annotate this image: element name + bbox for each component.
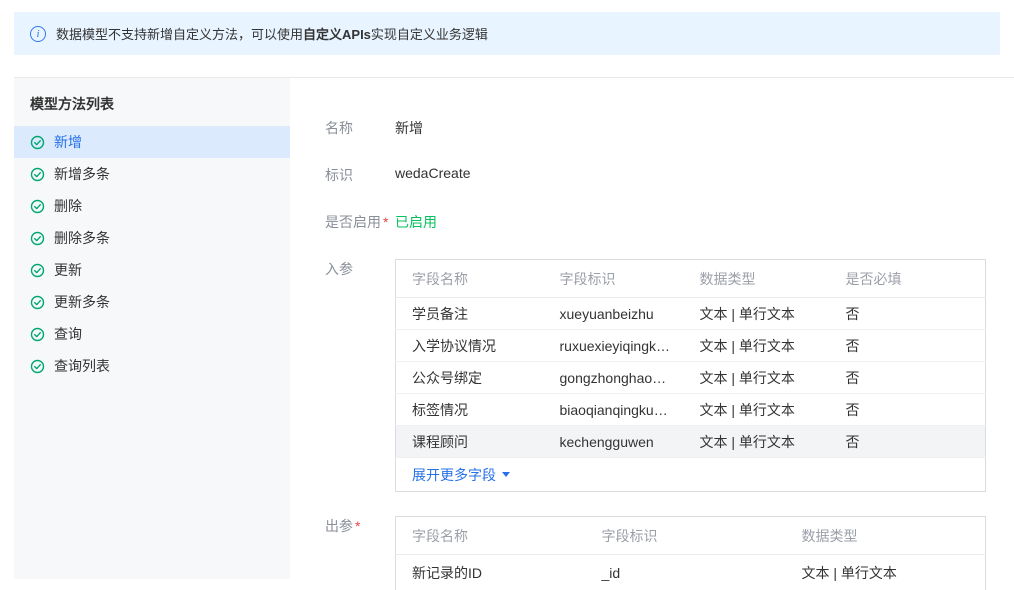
col-data-type: 数据类型 (683, 259, 830, 298)
table-row[interactable]: 入学协议情况 ruxuexieyiqingkuang 文本 | 单行文本 否 (395, 329, 986, 362)
method-icon (30, 359, 45, 374)
field-label: 入参 (325, 261, 353, 277)
cell: 否 (829, 425, 986, 458)
expand-row: 展开更多字段 (396, 458, 986, 492)
field-enabled: 是否启用 * 已启用 (325, 212, 986, 232)
cell: kechengguwen (543, 425, 684, 458)
sidebar-item-create-many[interactable]: 新增多条 (14, 158, 290, 190)
cell: 文本 | 单行文本 (683, 425, 830, 458)
sidebar-item-label: 新增 (54, 134, 82, 150)
method-icon (30, 295, 45, 310)
banner-bold-apis: 自定义APIs (303, 27, 371, 42)
cell: 文本 | 单行文本 (683, 297, 830, 330)
cell: 文本 | 单行文本 (683, 329, 830, 362)
banner-text: 数据模型不支持新增自定义方法，可以使用自定义APIs实现自定义业务逻辑 (56, 27, 488, 42)
required-mark: * (355, 518, 361, 534)
sidebar-item-update-many[interactable]: 更新多条 (14, 286, 290, 318)
cell: 课程顾问 (395, 425, 544, 458)
cell: 文本 | 单行文本 (683, 393, 830, 426)
col-field-name: 字段名称 (395, 259, 544, 298)
field-label: 标识 (325, 167, 353, 183)
cell: 新记录的ID (412, 564, 482, 581)
cell: 公众号绑定 (395, 361, 544, 394)
col-field-id: 字段标识 (543, 259, 684, 298)
cell: _id (601, 564, 621, 581)
field-value-identifier: wedaCreate (395, 165, 471, 181)
output-params-table: 字段名称 字段标识 数据类型 新记录的ID _id 文本 | 单行文本 (395, 516, 986, 590)
cell: 标签情况 (395, 393, 544, 426)
sidebar-item-update[interactable]: 更新 (14, 254, 290, 286)
sidebar-item-label: 删除多条 (54, 230, 110, 246)
cell: 否 (829, 329, 986, 362)
status-enabled: 已启用 (395, 214, 437, 230)
table-header-row: 字段名称 字段标识 数据类型 是否必填 (395, 259, 986, 298)
sidebar-item-delete-many[interactable]: 删除多条 (14, 222, 290, 254)
input-params-section: 入参 字段名称 字段标识 数据类型 是否必填 学员备注 xueyuanbeizh… (325, 259, 986, 492)
method-icon (30, 199, 45, 214)
main-panel: 模型方法列表 新增 新增多条 删除 删除多条 更新 更新多条 查询 查询列表 名… (14, 77, 1014, 590)
expand-more-fields-link[interactable]: 展开更多字段 (412, 465, 510, 485)
field-name: 名称 新增 (325, 118, 986, 138)
cell: gongzhonghaobangd... (543, 361, 684, 394)
col-data-type: 数据类型 (785, 516, 986, 555)
cell: 否 (829, 361, 986, 394)
required-mark: * (383, 214, 389, 230)
col-field-name: 字段名称 (395, 516, 586, 555)
cell: 否 (829, 297, 986, 330)
method-icon (30, 231, 45, 246)
field-identifier: 标识 wedaCreate (325, 165, 986, 185)
output-params-section: 出参 * 字段名称 字段标识 数据类型 新记录的ID _id 文本 | 单行文本 (325, 516, 986, 590)
method-icon (30, 167, 45, 182)
sidebar-item-label: 查询 (54, 326, 82, 342)
sidebar-item-delete[interactable]: 删除 (14, 190, 290, 222)
table-row[interactable]: 标签情况 biaoqianqingkuang 文本 | 单行文本 否 (395, 393, 986, 426)
cell: 学员备注 (395, 297, 544, 330)
cell: 否 (829, 393, 986, 426)
chevron-down-icon (502, 472, 510, 477)
cell: 文本 | 单行文本 (683, 361, 830, 394)
info-icon: i (30, 25, 46, 42)
sidebar-item-label: 查询列表 (54, 358, 110, 374)
table-row[interactable]: 课程顾问 kechengguwen 文本 | 单行文本 否 (395, 425, 986, 458)
info-banner: i 数据模型不支持新增自定义方法，可以使用自定义APIs实现自定义业务逻辑 (14, 12, 1000, 55)
cell: xueyuanbeizhu (543, 297, 684, 330)
col-required: 是否必填 (829, 259, 986, 298)
method-detail: 名称 新增 标识 wedaCreate 是否启用 * 已启用 入参 字段名称 字段… (290, 78, 1014, 590)
method-icon (30, 135, 45, 150)
method-list-sidebar: 模型方法列表 新增 新增多条 删除 删除多条 更新 更新多条 查询 查询列表 (14, 78, 290, 579)
table-row[interactable]: 学员备注 xueyuanbeizhu 文本 | 单行文本 否 (395, 297, 986, 330)
input-params-table: 字段名称 字段标识 数据类型 是否必填 学员备注 xueyuanbeizhu 文… (395, 259, 986, 492)
field-label: 出参 * (325, 518, 361, 534)
field-label: 是否启用 * (325, 214, 389, 230)
field-value-name: 新增 (395, 120, 423, 136)
cell: biaoqianqingkuang (543, 393, 684, 426)
cell: ruxuexieyiqingkuang (543, 329, 684, 362)
cell: 文本 | 单行文本 (801, 564, 897, 581)
col-field-id: 字段标识 (585, 516, 786, 555)
table-row[interactable]: 新记录的ID _id 文本 | 单行文本 (396, 555, 986, 590)
sidebar-item-create[interactable]: 新增 (14, 126, 290, 158)
sidebar-item-label: 删除 (54, 198, 82, 214)
field-label: 名称 (325, 120, 353, 136)
sidebar-item-label: 新增多条 (54, 166, 110, 182)
cell: 入学协议情况 (395, 329, 544, 362)
sidebar-item-query-list[interactable]: 查询列表 (14, 350, 290, 382)
sidebar-item-label: 更新 (54, 262, 82, 278)
table-header-row: 字段名称 字段标识 数据类型 (395, 516, 986, 555)
sidebar-item-label: 更新多条 (54, 294, 110, 310)
sidebar-title: 模型方法列表 (30, 96, 114, 112)
sidebar-item-query[interactable]: 查询 (14, 318, 290, 350)
method-icon (30, 327, 45, 342)
table-row[interactable]: 公众号绑定 gongzhonghaobangd... 文本 | 单行文本 否 (395, 361, 986, 394)
method-icon (30, 263, 45, 278)
